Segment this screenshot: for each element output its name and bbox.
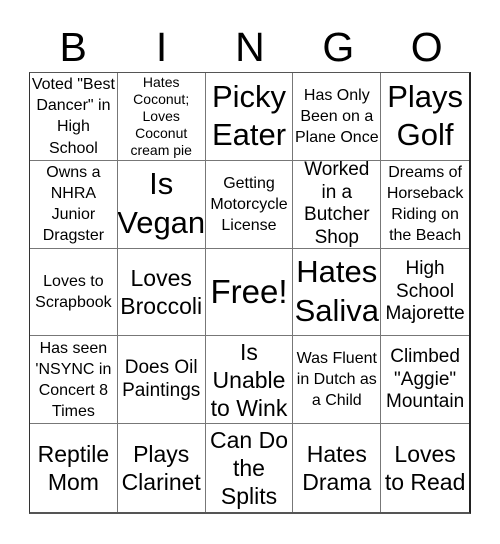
bingo-cell[interactable]: Getting Motorcycle License — [205, 160, 294, 249]
bingo-cell[interactable]: Is Vegan — [117, 160, 206, 249]
bingo-cell[interactable]: Has Only Been on a Plane Once — [293, 73, 382, 161]
bingo-cell[interactable]: Loves Broccoli — [117, 248, 206, 337]
bingo-cell[interactable]: Was Fluent in Dutch as a Child — [293, 336, 382, 425]
header-letter-b: B — [59, 24, 87, 70]
bingo-cell[interactable]: Dreams of Horseback Riding on the Beach — [381, 161, 469, 249]
bingo-cell[interactable]: Loves to Read — [381, 424, 469, 512]
bingo-cell[interactable]: Hates Coconut; Loves Coconut cream pie — [117, 73, 206, 161]
bingo-cell[interactable]: Reptile Mom — [30, 424, 118, 512]
bingo-cell[interactable]: Voted "Best Dancer" in High School — [30, 73, 118, 161]
bingo-cell[interactable]: Hates Drama — [293, 424, 382, 512]
bingo-cell[interactable]: Climbed "Aggie" Mountain — [381, 336, 469, 425]
bingo-board: Voted "Best Dancer" in High School Hates… — [29, 72, 471, 514]
bingo-cell[interactable]: Loves to Scrapbook — [30, 248, 118, 337]
free-space-cell[interactable]: Free! — [205, 248, 294, 337]
header-letter-g: G — [322, 24, 355, 70]
header-letter-o: O — [410, 24, 443, 70]
bingo-header: B I N G O — [29, 22, 471, 72]
bingo-cell[interactable]: Picky Eater — [205, 73, 294, 161]
bingo-cell[interactable]: Worked in a Butcher Shop — [293, 160, 382, 249]
bingo-cell[interactable]: Hates Saliva — [293, 248, 382, 337]
bingo-cell[interactable]: Has seen 'NSYNC in Concert 8 Times — [30, 336, 118, 425]
bingo-cell[interactable]: High School Majorette — [381, 249, 469, 337]
bingo-cell[interactable]: Plays Clarinet — [118, 424, 206, 512]
bingo-cell[interactable]: Does Oil Paintings — [117, 336, 206, 425]
bingo-cell[interactable]: Owns a NHRA Junior Dragster — [30, 160, 118, 249]
bingo-cell[interactable]: Plays Golf — [381, 73, 469, 161]
header-letter-i: I — [155, 24, 168, 70]
bingo-cell[interactable]: Is Unable to Wink — [205, 336, 294, 425]
bingo-cell[interactable]: Can Do the Splits — [206, 424, 294, 512]
header-letter-n: N — [235, 24, 265, 70]
